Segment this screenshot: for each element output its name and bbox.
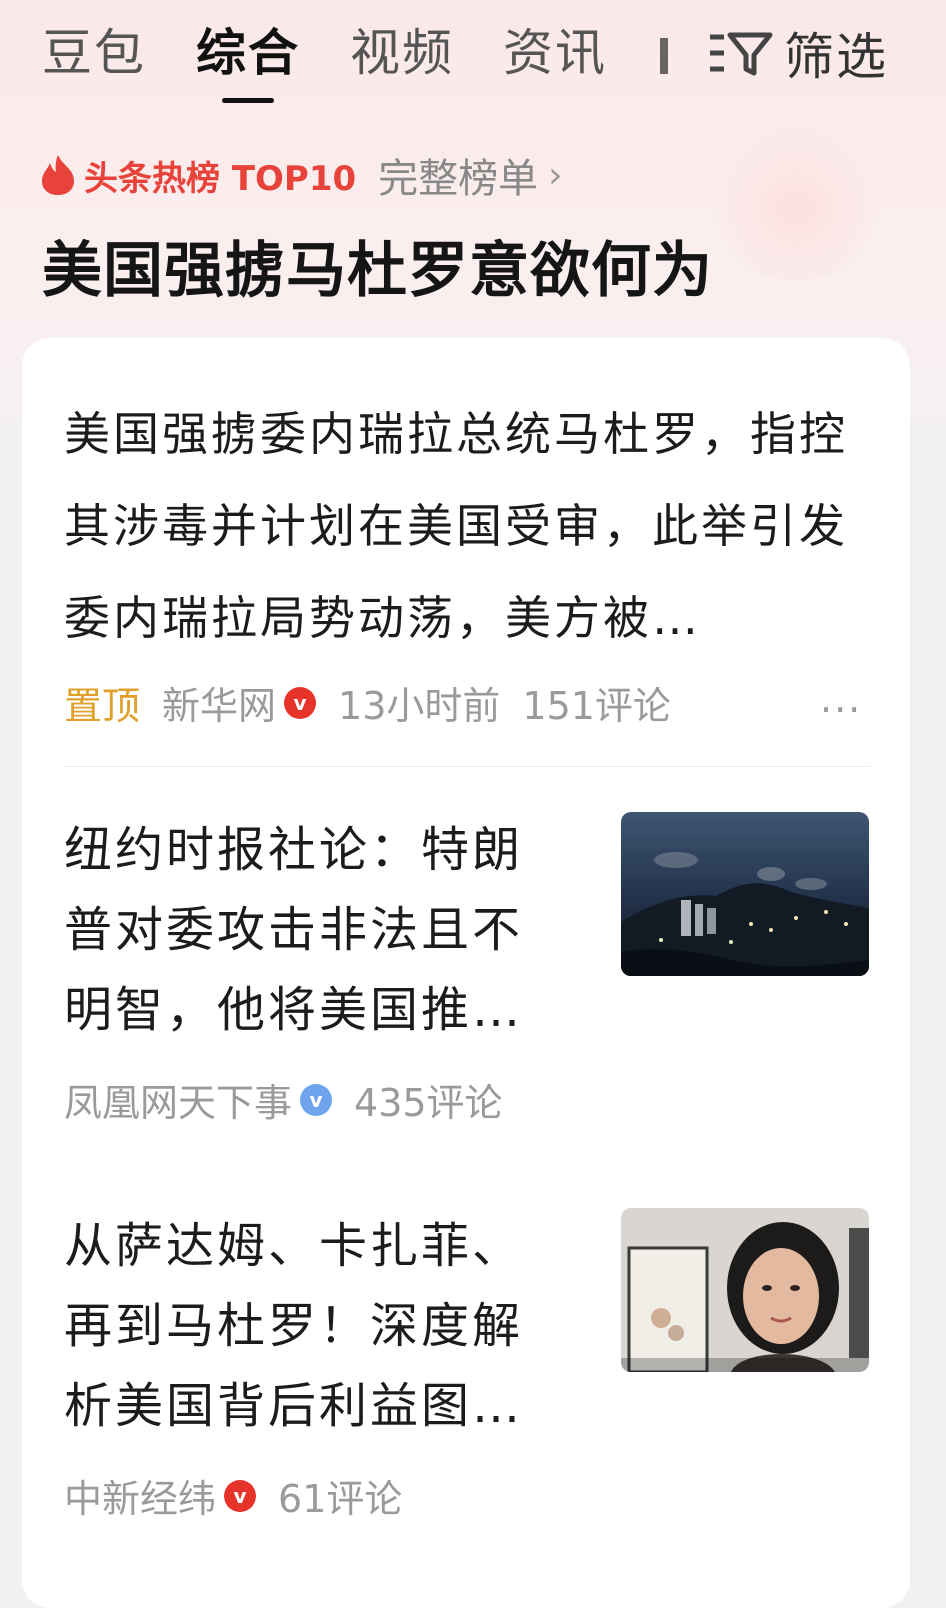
more-options-icon[interactable]: ··· [820,688,862,732]
article-source[interactable]: 凤凰网天下事 [64,1072,292,1127]
tab-video[interactable]: 视频 [350,22,454,84]
tab-news[interactable]: 资讯 [503,22,607,84]
flame-icon [42,155,74,195]
filter-button[interactable]: 筛选 [706,22,888,86]
full-list-link[interactable]: 完整榜单 [378,146,538,204]
chevron-right-icon: › [548,154,563,196]
hot-list-label: 头条热榜 TOP10 [84,158,357,199]
article-title[interactable]: 美国强掳委内瑞拉总统马杜罗，指控其涉毒并计划在美国受审，此举引发委内瑞拉局势动荡… [64,388,874,664]
verified-badge-icon: v [284,686,317,719]
verified-badge-icon: v [224,1479,257,1512]
divider [64,766,870,767]
verified-badge-icon: v [300,1083,333,1116]
article-source[interactable]: 中新经纬 [64,1468,216,1523]
hot-headline[interactable]: 美国强掳马杜罗意欲何为 [42,222,713,309]
tab-bar: 豆包 综合 视频 资讯 筛选 [0,0,946,110]
tab-doubao[interactable]: 豆包 [42,22,146,84]
comment-count: 61评论 [278,1477,403,1521]
article-time: 13小时前 [338,684,501,728]
article-meta: 凤凰网天下事 v 435评论 [64,1072,503,1127]
filter-label: 筛选 [784,28,888,86]
article-title[interactable]: 纽约时报社论：特朗普对委攻击非法且不明智，他将美国推… [64,810,554,1050]
active-tab-indicator [222,98,274,103]
article-meta: 中新经纬 v 61评论 [64,1468,402,1523]
pinned-badge: 置顶 [64,684,141,728]
article-meta: 置顶 新华网 v 13小时前 151评论 [64,675,671,730]
hot-list-row[interactable]: 头条热榜 TOP10 完整榜单 › [40,150,563,202]
article-thumbnail[interactable] [621,1208,869,1372]
tab-overflow-partial [660,38,668,74]
video-speaker-image [621,1208,869,1372]
filter-icon [710,32,773,76]
article-title[interactable]: 从萨达姆、卡扎菲、再到马杜罗！深度解析美国背后利益图… [64,1206,554,1446]
news-card: 美国强掳委内瑞拉总统马杜罗，指控其涉毒并计划在美国受审，此举引发委内瑞拉局势动荡… [22,338,910,1608]
night-city-image [621,812,869,976]
article-thumbnail[interactable] [621,812,869,976]
comment-count: 435评论 [354,1081,503,1125]
comment-count: 151评论 [522,684,671,728]
tab-comprehensive[interactable]: 综合 [196,22,300,84]
article-source[interactable]: 新华网 [162,675,276,730]
